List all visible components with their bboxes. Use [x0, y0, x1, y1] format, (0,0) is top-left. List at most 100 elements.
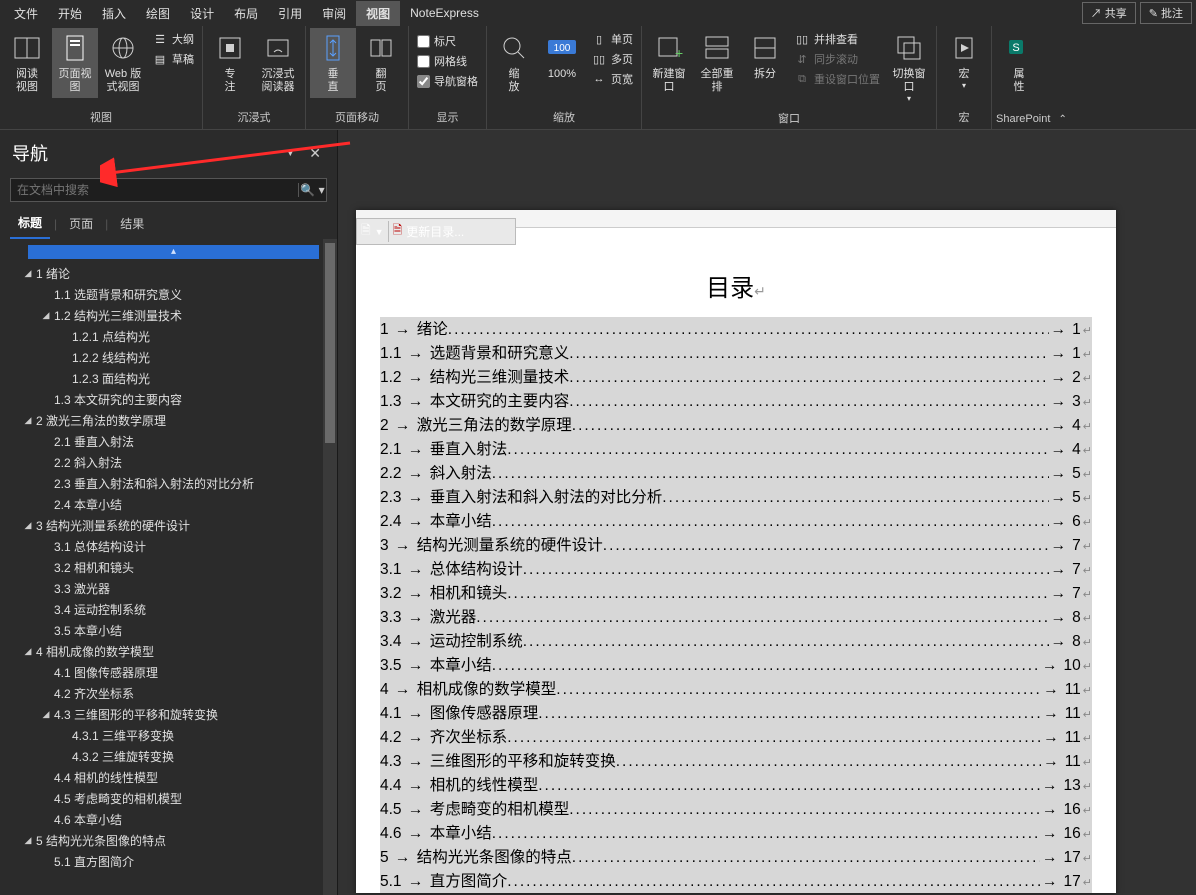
tree-node[interactable]: 4.6 本章小结 [8, 809, 337, 830]
ruler-check[interactable]: 标尺 [415, 32, 480, 50]
tree-node[interactable]: 2.2 斜入射法 [8, 452, 337, 473]
collapse-icon[interactable]: ◢ [22, 646, 34, 657]
flip-button[interactable]: 翻 页 [358, 28, 404, 98]
toc-row[interactable]: 3.4 → 运动控制系统............................… [380, 629, 1092, 653]
sidebyside-button[interactable]: ▯▯并排查看 [792, 30, 882, 48]
toc-row[interactable]: 2.4 → 本章小结..............................… [380, 509, 1092, 533]
tree-node[interactable]: 3.3 激光器 [8, 578, 337, 599]
tree-node[interactable]: ◢1 绪论 [8, 263, 337, 284]
tree-node[interactable]: 4.5 考虑畸变的相机模型 [8, 788, 337, 809]
tree-node[interactable]: 1.2.1 点结构光 [8, 326, 337, 347]
navtab-headings[interactable]: 标题 [10, 208, 50, 239]
tree-node[interactable]: 2.3 垂直入射法和斜入射法的对比分析 [8, 473, 337, 494]
onepage-button[interactable]: ▯单页 [589, 30, 635, 48]
tab-design[interactable]: 设计 [180, 1, 224, 26]
tab-layout[interactable]: 布局 [224, 1, 268, 26]
switchwin-button[interactable]: 切换窗口▾ [886, 28, 932, 108]
search-input[interactable] [11, 183, 298, 197]
toc-row[interactable]: 5.1 → 直方图简介.............................… [380, 869, 1092, 893]
props-button[interactable]: S属 性 [996, 28, 1042, 98]
toc-row[interactable]: 2.2 → 斜入射法..............................… [380, 461, 1092, 485]
toc-row[interactable]: 3.1 → 总体结构设计............................… [380, 557, 1092, 581]
collapse-icon[interactable]: ◢ [40, 709, 52, 720]
toc-row[interactable]: 3.5 → 本章小结..............................… [380, 653, 1092, 677]
toc-row[interactable]: 1.1 → 选题背景和研究意义.........................… [380, 341, 1092, 365]
pagewidth-button[interactable]: ↔页宽 [589, 70, 635, 88]
grid-check[interactable]: 网格线 [415, 52, 480, 70]
tree-jump-bar[interactable]: ▴ [28, 245, 319, 259]
toc-row[interactable]: 3 → 结构光测量系统的硬件设计........................… [380, 533, 1092, 557]
tab-noteexpress[interactable]: NoteExpress [400, 2, 489, 24]
tab-review[interactable]: 审阅 [312, 1, 356, 26]
tree-node[interactable]: 1.3 本文研究的主要内容 [8, 389, 337, 410]
tree-node[interactable]: 1.2.2 线结构光 [8, 347, 337, 368]
toc-update-bar[interactable]: 🗎▼ 🗎 更新目录... [356, 218, 516, 245]
tree-node[interactable]: 4.3.2 三维旋转变换 [8, 746, 337, 767]
nav-scrollbar[interactable] [323, 239, 337, 895]
tree-node[interactable]: 4.4 相机的线性模型 [8, 767, 337, 788]
tree-node[interactable]: 4.1 图像传感器原理 [8, 662, 337, 683]
tree-node[interactable]: 3.4 运动控制系统 [8, 599, 337, 620]
outline-button[interactable]: ☰大纲 [150, 30, 196, 48]
focus-button[interactable]: 专 注 [207, 28, 253, 98]
toc-row[interactable]: 1.2 → 结构光三维测量技术.........................… [380, 365, 1092, 389]
collapse-icon[interactable]: ◢ [22, 520, 34, 531]
toc-row[interactable]: 4 → 相机成像的数学模型...........................… [380, 677, 1092, 701]
tree-node[interactable]: 2.1 垂直入射法 [8, 431, 337, 452]
zoom100-button[interactable]: 100100% [539, 28, 585, 85]
collapse-icon[interactable]: ◢ [22, 415, 34, 426]
collapse-icon[interactable]: ◢ [22, 268, 34, 279]
nav-dropdown-icon[interactable]: ▼ [275, 148, 305, 159]
toc-row[interactable]: 3.2 → 相机和镜头.............................… [380, 581, 1092, 605]
tab-draw[interactable]: 绘图 [136, 1, 180, 26]
tab-home[interactable]: 开始 [48, 1, 92, 26]
draft-button[interactable]: ▤草稿 [150, 50, 196, 68]
tree-node[interactable]: ◢1.2 结构光三维测量技术 [8, 305, 337, 326]
toc-row[interactable]: 4.3 → 三维图形的平移和旋转变换......................… [380, 749, 1092, 773]
toc-row[interactable]: 4.4 → 相机的线性模型...........................… [380, 773, 1092, 797]
tree-node[interactable]: 3.1 总体结构设计 [8, 536, 337, 557]
tree-node[interactable]: 5.1 直方图简介 [8, 851, 337, 872]
tree-node[interactable]: 3.5 本章小结 [8, 620, 337, 641]
read-view-button[interactable]: 阅读 视图 [4, 28, 50, 98]
collapse-ribbon-icon[interactable]: ⌃ [1054, 110, 1068, 129]
toc-row[interactable]: 2 → 激光三角法的数学原理..........................… [380, 413, 1092, 437]
tree-node[interactable]: 3.2 相机和镜头 [8, 557, 337, 578]
toc-row[interactable]: 1.3 → 本文研究的主要内容.........................… [380, 389, 1092, 413]
toc-row[interactable]: 1 → 绪论..................................… [380, 317, 1092, 341]
comments-button[interactable]: ✎ 批注 [1140, 2, 1192, 24]
tree-node[interactable]: ◢4 相机成像的数学模型 [8, 641, 337, 662]
navpane-check[interactable]: 导航窗格 [415, 72, 480, 90]
tab-file[interactable]: 文件 [4, 1, 48, 26]
toc-row[interactable]: 2.1 → 垂直入射法.............................… [380, 437, 1092, 461]
toc-row[interactable]: 5 → 结构光光条图像的特点..........................… [380, 845, 1092, 869]
zoom-button[interactable]: 缩 放 [491, 28, 537, 98]
nav-close-icon[interactable]: ✕ [305, 145, 325, 162]
tree-node[interactable]: ◢4.3 三维图形的平移和旋转变换 [8, 704, 337, 725]
navtab-results[interactable]: 结果 [112, 209, 152, 238]
tree-node[interactable]: 1.1 选题背景和研究意义 [8, 284, 337, 305]
tab-references[interactable]: 引用 [268, 1, 312, 26]
newwin-button[interactable]: +新建窗口 [646, 28, 692, 98]
navtab-pages[interactable]: 页面 [61, 209, 101, 238]
collapse-icon[interactable]: ◢ [22, 835, 34, 846]
tree-node[interactable]: 1.2.3 面结构光 [8, 368, 337, 389]
tree-node[interactable]: ◢5 结构光光条图像的特点 [8, 830, 337, 851]
toc-row[interactable]: 4.6 → 本章小结..............................… [380, 821, 1092, 845]
toc-row[interactable]: 4.5 → 考虑畸变的相机模型.........................… [380, 797, 1092, 821]
split-button[interactable]: 拆分 [742, 28, 788, 85]
toc-row[interactable]: 3.3 → 激光器...............................… [380, 605, 1092, 629]
collapse-icon[interactable]: ◢ [40, 310, 52, 321]
share-button[interactable]: ↗ 共享 [1082, 2, 1136, 24]
tree-node[interactable]: ◢3 结构光测量系统的硬件设计 [8, 515, 337, 536]
toc-dd-icon[interactable]: ▼ [375, 227, 384, 237]
page-layout-button[interactable]: 页面视图 [52, 28, 98, 98]
search-button[interactable]: 🔍 ▾ [298, 183, 326, 197]
toc-update-label[interactable]: 更新目录... [406, 223, 464, 240]
web-layout-button[interactable]: Web 版式视图 [100, 28, 146, 98]
macro-button[interactable]: 宏▾ [941, 28, 987, 95]
reader-button[interactable]: 沉浸式 阅读器 [255, 28, 301, 98]
document-page[interactable]: 目录↵ 1 → 绪论..............................… [356, 210, 1116, 893]
vertical-button[interactable]: 垂 直 [310, 28, 356, 98]
tree-node[interactable]: 4.2 齐次坐标系 [8, 683, 337, 704]
